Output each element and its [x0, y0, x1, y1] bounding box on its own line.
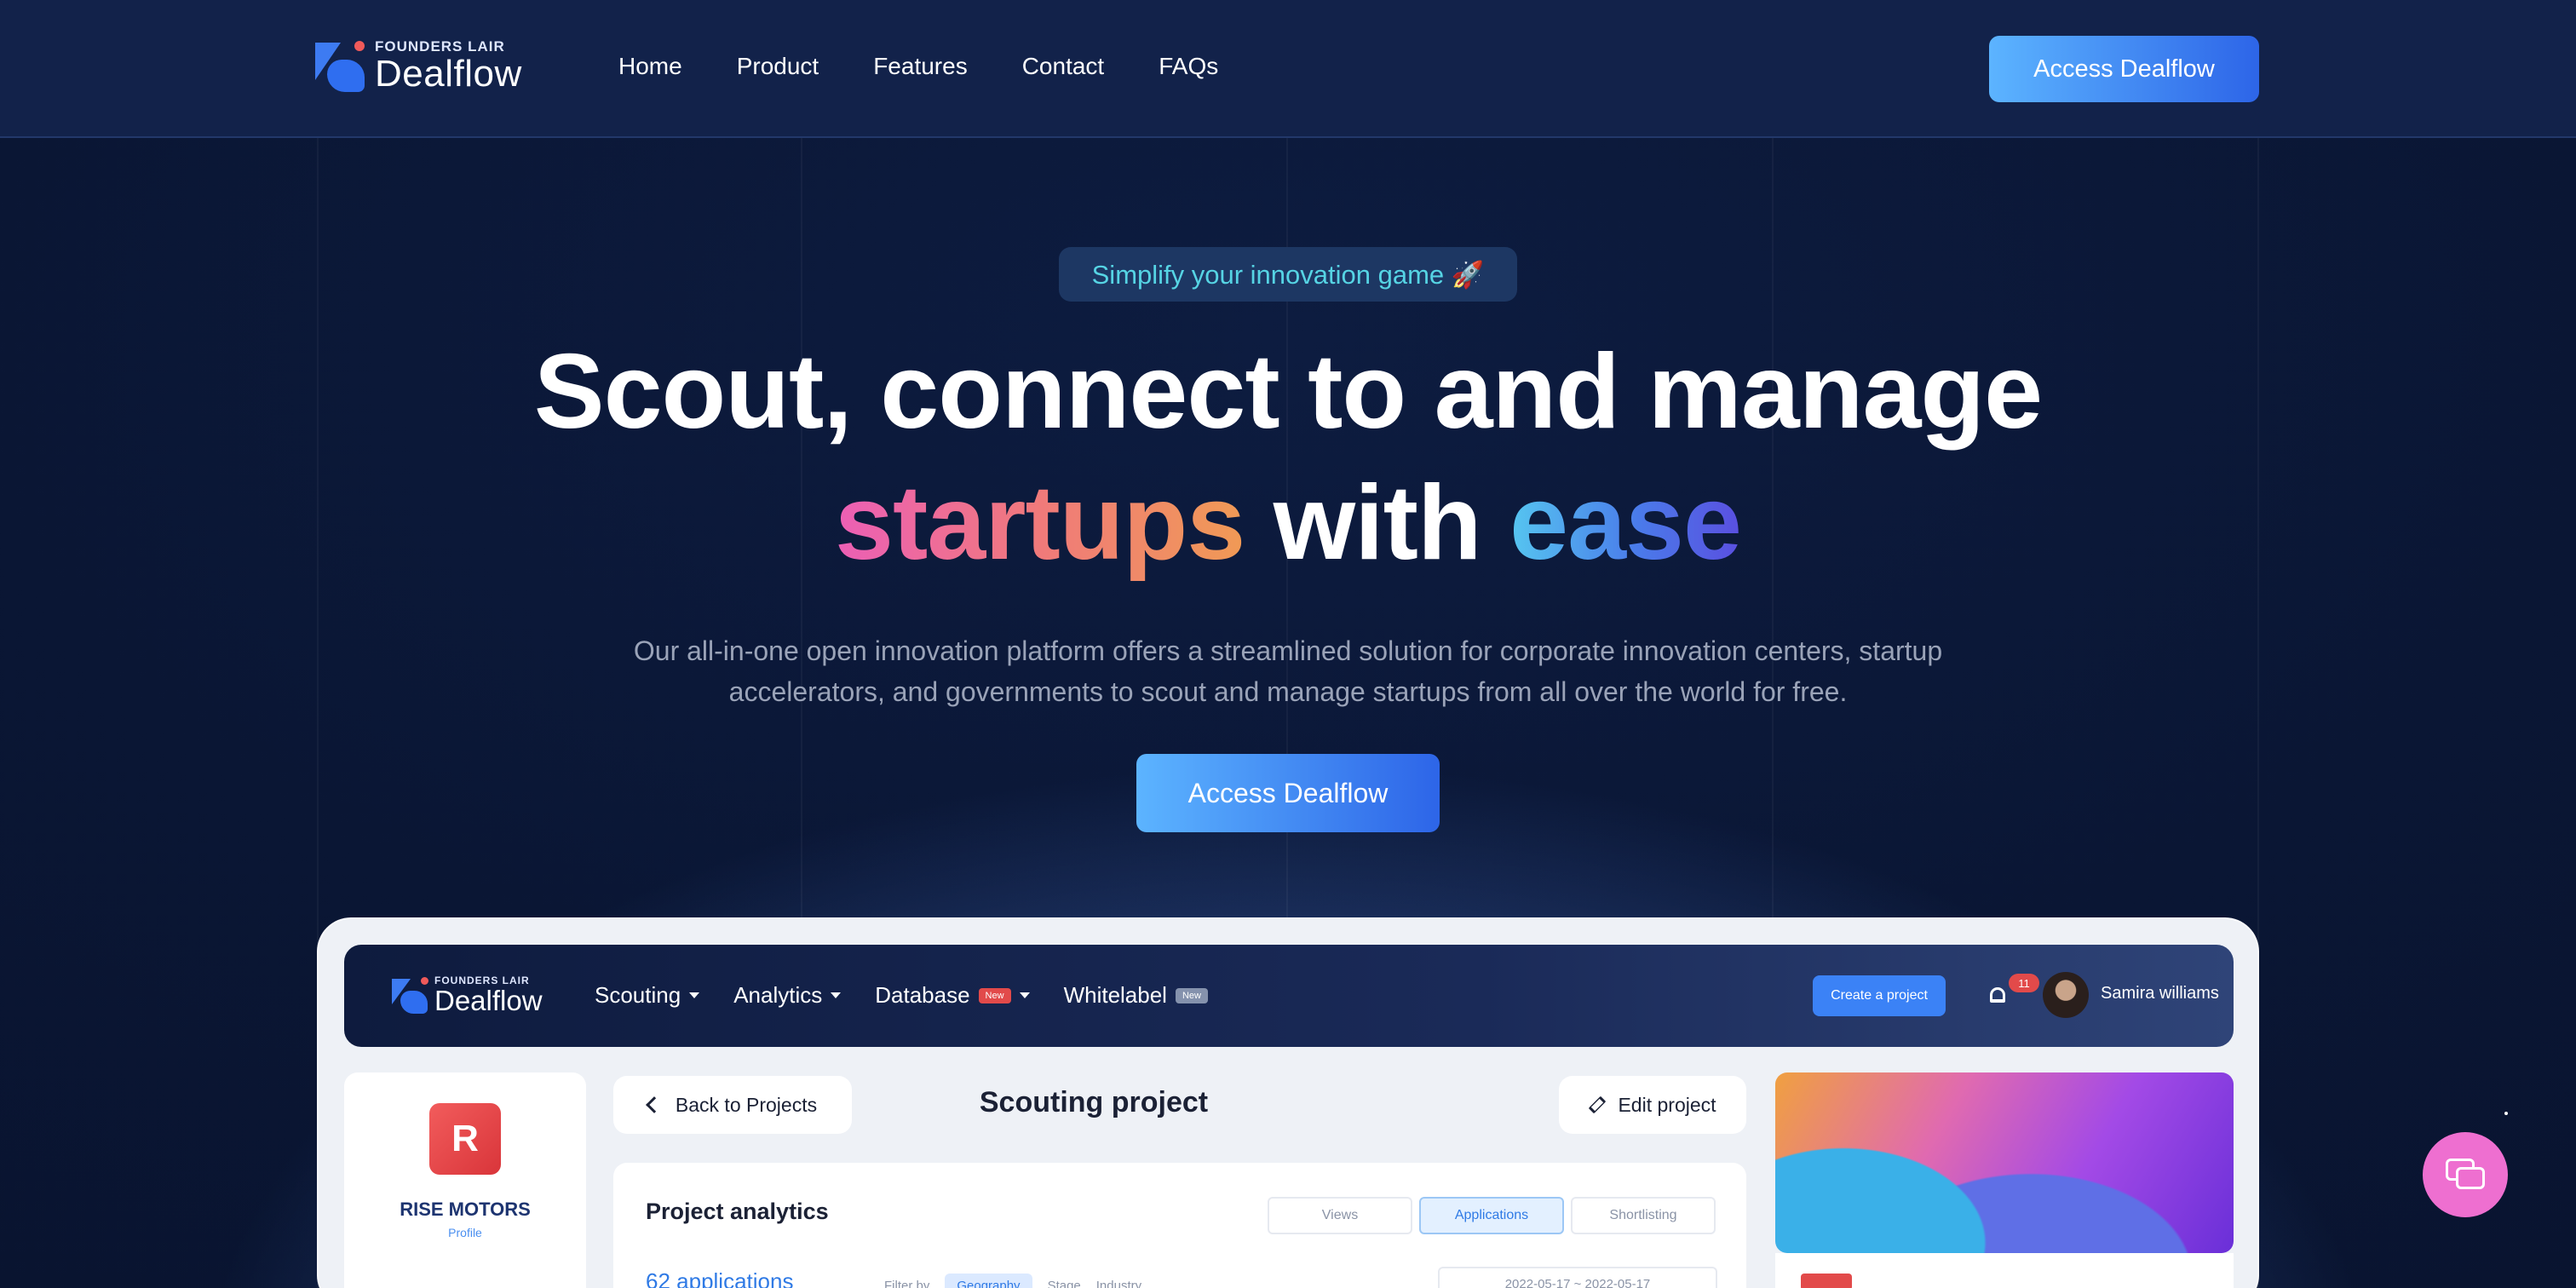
hero-subtitle: Our all-in-one open innovation platform …: [633, 635, 1943, 707]
top-navbar: FOUNDERS LAIR Dealflow Home Product Feat…: [0, 0, 2576, 138]
date-range-picker[interactable]: 2022-05-17 ~ 2022-05-17: [1438, 1267, 1717, 1288]
chevron-left-icon: [646, 1096, 663, 1113]
preview-menu-scouting[interactable]: Scouting: [595, 982, 700, 1009]
analytics-tabs: Views Applications Shortlisting: [1268, 1197, 1716, 1234]
chat-icon: [2446, 1159, 2485, 1191]
company-card: R RISE MOTORS Profile: [344, 1072, 586, 1288]
logo-kicker: FOUNDERS LAIR: [375, 37, 505, 55]
create-project-button[interactable]: Create a project: [1813, 975, 1946, 1016]
preview-menu-database[interactable]: Database New: [875, 982, 1030, 1009]
pencil-icon: [1589, 1095, 1607, 1114]
headline-word-ease: ease: [1509, 464, 1742, 582]
headline-word-with: with: [1273, 464, 1482, 582]
nav-features[interactable]: Features: [873, 53, 968, 80]
project-analytics-card: Project analytics Views Applications Sho…: [613, 1163, 1746, 1288]
new-badge: New: [1175, 987, 1208, 1003]
preview-menu-whitelabel-label: Whitelabel: [1063, 982, 1167, 1008]
preview-menu-analytics[interactable]: Analytics: [733, 982, 842, 1009]
nav-faqs[interactable]: FAQs: [1159, 53, 1218, 80]
product-preview: FOUNDERS LAIR Dealflow Scouting Analytic…: [317, 917, 2259, 1288]
bell-icon[interactable]: [1990, 987, 2005, 1003]
filter-industry[interactable]: Industry: [1096, 1279, 1141, 1288]
company-logo-icon: R: [429, 1103, 501, 1175]
company-name: RISE MOTORS: [400, 1199, 531, 1220]
chevron-down-icon: [831, 992, 842, 998]
headline-word-startups: startups: [835, 464, 1245, 582]
dealflow-logo[interactable]: FOUNDERS LAIR Dealflow: [315, 37, 522, 94]
tab-views[interactable]: Views: [1268, 1197, 1412, 1234]
preview-logo-icon: [392, 975, 429, 1015]
edit-label: Edit project: [1618, 1093, 1716, 1116]
sparkle-dot: [2504, 1112, 2508, 1115]
logo-icon: [315, 37, 368, 94]
filter-label: Filter by: [884, 1279, 930, 1288]
company-profile-link[interactable]: Profile: [344, 1226, 586, 1239]
back-label: Back to Projects: [675, 1093, 818, 1116]
preview-menu-scouting-label: Scouting: [595, 982, 681, 1008]
preview-menu-analytics-label: Analytics: [733, 982, 823, 1008]
access-dealflow-nav-button[interactable]: Access Dealflow: [1989, 36, 2259, 102]
preview-logo-wordmark: Dealflow: [434, 985, 543, 1016]
access-dealflow-hero-button[interactable]: Access Dealflow: [1136, 754, 1440, 832]
nav-home[interactable]: Home: [618, 53, 682, 80]
avatar[interactable]: [2043, 972, 2089, 1018]
back-to-projects-button[interactable]: Back to Projects: [613, 1076, 852, 1134]
preview-menu: Scouting Analytics Database New Whitelabe…: [595, 982, 1208, 1009]
side-card-body: [1775, 1253, 2234, 1288]
logo-wordmark: Dealflow: [375, 52, 522, 95]
user-name[interactable]: Samira williams: [2101, 984, 2219, 1003]
preview-navbar: FOUNDERS LAIR Dealflow Scouting Analytic…: [344, 945, 2234, 1047]
chevron-down-icon: [689, 992, 700, 998]
edit-project-button[interactable]: Edit project: [1559, 1076, 1746, 1134]
filter-stage[interactable]: Stage: [1048, 1279, 1081, 1288]
notification-count-badge: 11: [2009, 974, 2039, 992]
hero-headline-line1: Scout, connect to and manage: [533, 333, 2043, 451]
abstract-gradient-image: [1775, 1072, 2234, 1253]
project-title: Scouting project: [979, 1086, 1209, 1118]
new-badge: New: [978, 987, 1011, 1003]
applications-count: 62 applications: [646, 1268, 794, 1288]
nav-contact[interactable]: Contact: [1022, 53, 1105, 80]
main-menu: Home Product Features Contact FAQs: [618, 53, 1218, 80]
analytics-title: Project analytics: [646, 1199, 829, 1224]
chevron-down-icon: [1019, 992, 1030, 998]
preview-logo: FOUNDERS LAIR Dealflow: [392, 975, 543, 1015]
hero-headline-line2: startups with ease: [0, 470, 2576, 576]
tab-applications[interactable]: Applications: [1419, 1197, 1564, 1234]
nav-product[interactable]: Product: [737, 53, 819, 80]
filter-geography[interactable]: Geography: [945, 1274, 1032, 1288]
hero-tagline-pill: Simplify your innovation game 🚀: [1059, 247, 1517, 302]
tab-shortlisting[interactable]: Shortlisting: [1571, 1197, 1716, 1234]
preview-menu-whitelabel[interactable]: Whitelabel New: [1064, 982, 1208, 1009]
filter-bar: Filter by Geography Stage Industry: [884, 1274, 1141, 1288]
preview-menu-database-label: Database: [875, 982, 970, 1008]
chat-button[interactable]: [2423, 1132, 2508, 1217]
